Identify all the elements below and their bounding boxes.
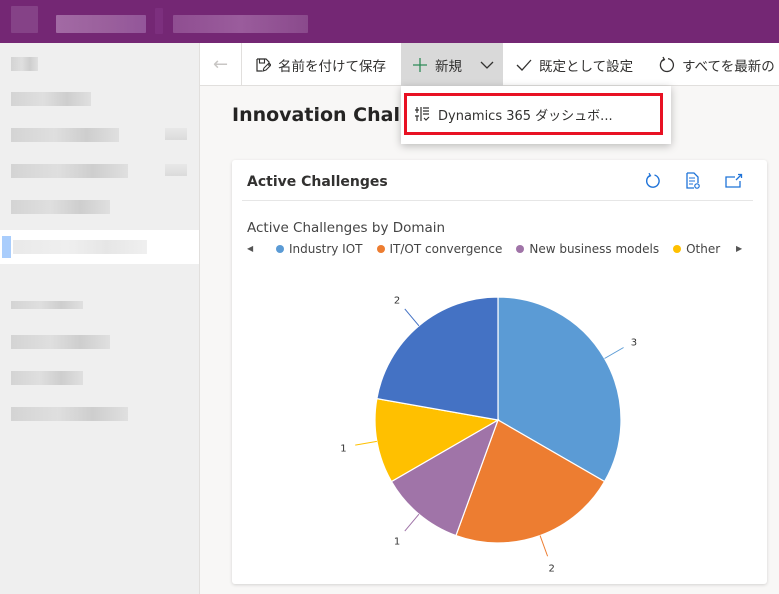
- chevron-down-icon[interactable]: [480, 60, 494, 70]
- sidebar-item[interactable]: [0, 328, 199, 362]
- sidebar-item[interactable]: [0, 86, 199, 120]
- sidebar-item[interactable]: [0, 364, 199, 398]
- refresh-all-label: すべてを最新の: [682, 58, 775, 75]
- chart-legend: ◀ Industry IOT IT/OT convergence New busin…: [242, 242, 747, 258]
- data-label: 3: [631, 338, 637, 349]
- app-launcher-icon[interactable]: [11, 6, 38, 33]
- chart-card: Active Challenges Active Challenges by D…: [232, 160, 767, 584]
- header-divider: [155, 8, 163, 34]
- dashboard-icon: [414, 106, 430, 122]
- data-label-leader: [539, 535, 549, 557]
- chart-title: Active Challenges by Domain: [247, 220, 446, 236]
- data-label: 1: [394, 536, 400, 547]
- legend-swatch: [376, 245, 385, 253]
- checkmark-icon: [515, 56, 533, 74]
- legend-prev-icon[interactable]: ◀: [247, 244, 253, 253]
- data-label: 2: [394, 296, 400, 307]
- legend-label: Industry IOT: [289, 242, 363, 256]
- menu-item-label: Dynamics 365 ダッシュボ...: [438, 108, 613, 124]
- legend-label: Other: [686, 242, 721, 256]
- app-header: [0, 0, 779, 43]
- new-label: 新規: [435, 58, 462, 75]
- chevron-down-icon[interactable]: [165, 128, 187, 140]
- sidebar-item[interactable]: [0, 122, 199, 156]
- sidebar-item[interactable]: [0, 194, 199, 228]
- legend-next-icon[interactable]: ▶: [736, 244, 742, 253]
- expand-icon[interactable]: [724, 171, 744, 191]
- sidebar-item[interactable]: [0, 400, 199, 434]
- legend-item[interactable]: Other: [673, 242, 720, 256]
- legend-item[interactable]: Industry IOT: [276, 242, 363, 256]
- sidebar-item-active[interactable]: [0, 230, 199, 264]
- pie-slice[interactable]: [376, 296, 499, 421]
- save-as-button[interactable]: 名前を付けて保存: [254, 43, 386, 86]
- refresh-icon[interactable]: [643, 171, 663, 191]
- new-button[interactable]: 新規: [401, 43, 503, 86]
- data-label-leader: [355, 440, 377, 446]
- legend-item[interactable]: IT/OT convergence: [376, 242, 503, 256]
- legend-label: New business models: [529, 242, 660, 256]
- app-name[interactable]: [56, 15, 146, 33]
- save-as-icon: [254, 56, 272, 74]
- data-label: 1: [340, 443, 346, 454]
- legend-swatch: [673, 245, 682, 253]
- sidebar-item[interactable]: [0, 50, 199, 84]
- save-as-label: 名前を付けて保存: [278, 58, 386, 75]
- chevron-down-icon[interactable]: [165, 164, 187, 176]
- data-label-leader: [404, 513, 420, 532]
- data-label-leader: [404, 308, 420, 327]
- view-records-icon[interactable]: [683, 171, 703, 191]
- card-divider: [242, 200, 753, 201]
- menu-item-dynamics-dashboard[interactable]: Dynamics 365 ダッシュボ...: [404, 93, 663, 135]
- refresh-icon: [658, 56, 676, 74]
- back-button[interactable]: ←: [200, 43, 242, 86]
- data-label: 2: [549, 564, 555, 575]
- plus-icon: [411, 56, 429, 74]
- set-default-button[interactable]: 既定として設定: [515, 43, 633, 86]
- legend-swatch: [276, 245, 284, 253]
- sidebar-group-header: [0, 291, 199, 325]
- refresh-all-button[interactable]: すべてを最新の: [658, 43, 775, 86]
- sidebar-item[interactable]: [0, 158, 199, 192]
- card-title: Active Challenges: [247, 174, 388, 190]
- pie-chart: 3 2 1 1 2: [340, 296, 637, 575]
- legend-item[interactable]: New business models: [516, 242, 659, 256]
- legend-items: Industry IOT IT/OT convergence New busines…: [276, 242, 727, 258]
- legend-label: IT/OT convergence: [389, 242, 503, 256]
- data-label-leader: [604, 347, 624, 359]
- set-default-label: 既定として設定: [539, 58, 634, 75]
- new-dropdown-menu: Dynamics 365 ダッシュボ...: [401, 86, 671, 144]
- sitemap-sidebar: [0, 43, 200, 594]
- back-arrow-icon: ←: [212, 54, 229, 75]
- legend-swatch: [516, 245, 525, 253]
- command-bar: ← 名前を付けて保存 新規 既定として設定 すべてを最新の: [200, 43, 779, 86]
- environment-name[interactable]: [173, 15, 308, 33]
